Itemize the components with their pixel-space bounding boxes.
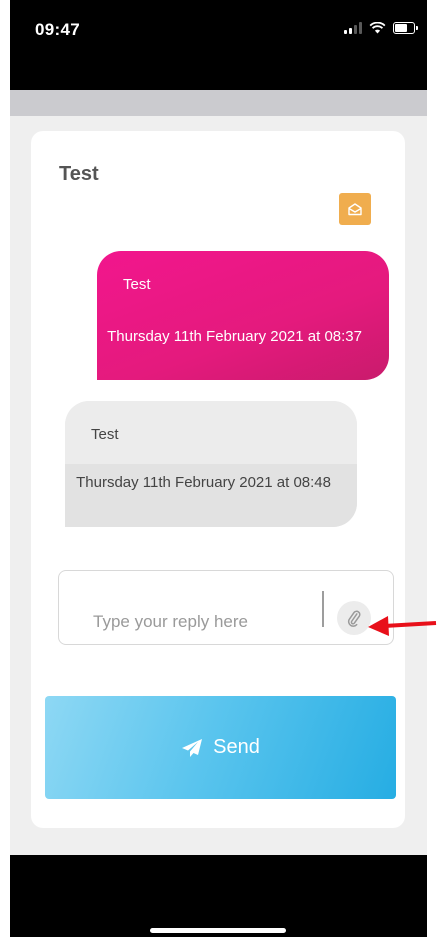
home-indicator[interactable]	[150, 928, 286, 933]
battery-icon	[393, 22, 418, 34]
phone-frame: 09:47 Test Test Thursday 11th February 2…	[10, 0, 427, 937]
cellular-signal-icon	[344, 22, 362, 34]
sent-message-bubble: Test Thursday 11th February 2021 at 08:3…	[97, 251, 389, 380]
status-time: 09:47	[35, 20, 80, 39]
message-date: Thursday 11th February 2021 at 08:48	[76, 474, 331, 491]
paperclip-icon	[347, 610, 361, 627]
annotation-arrow-icon	[368, 616, 437, 636]
reply-divider	[322, 591, 324, 627]
received-message-bubble: Test Thursday 11th February 2021 at 08:4…	[65, 401, 357, 527]
reply-box	[58, 570, 394, 645]
reply-input[interactable]	[60, 572, 318, 643]
status-bar: 09:47	[10, 0, 427, 90]
paper-plane-icon	[182, 738, 203, 757]
message-text: Test	[123, 276, 151, 293]
message-date: Thursday 11th February 2021 at 08:37	[107, 328, 362, 345]
conversation-title: Test	[59, 163, 99, 185]
send-button-label: Send	[213, 736, 260, 758]
send-button[interactable]: Send	[45, 696, 396, 799]
conversation-card: Test Test Thursday 11th February 2021 at…	[31, 131, 405, 828]
status-icons	[344, 22, 418, 34]
bottom-bar	[10, 855, 427, 937]
header-strip	[10, 90, 427, 116]
message-text: Test	[91, 426, 119, 443]
app-area: Test Test Thursday 11th February 2021 at…	[10, 90, 427, 855]
envelope-open-icon	[348, 203, 362, 216]
mark-read-button[interactable]	[339, 193, 371, 225]
wifi-icon	[369, 22, 386, 34]
